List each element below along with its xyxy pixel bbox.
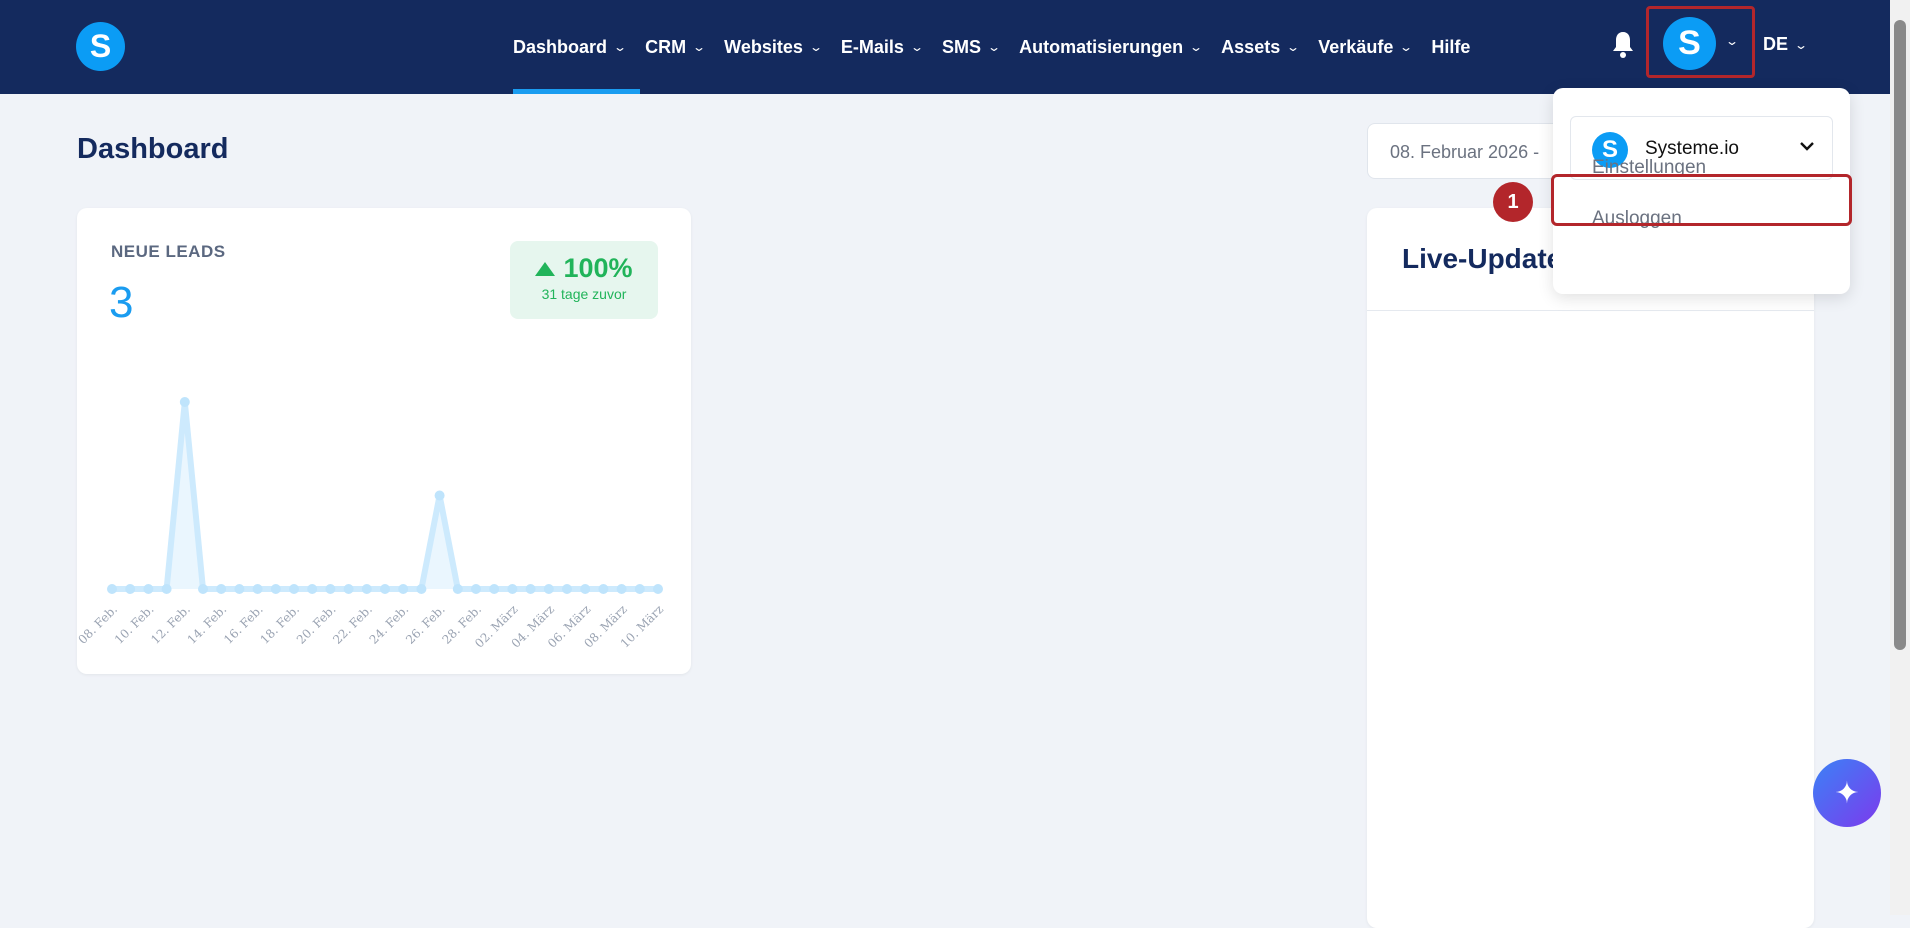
highlight-einstellungen (1551, 174, 1852, 226)
data-point[interactable] (179, 397, 190, 407)
new-leads-card: NEUE LEADS 3 100% 31 tage zuvor 08. Feb.… (77, 208, 691, 674)
chevron-down-icon: ⌄ (909, 40, 925, 54)
x-tick-label: 14. Feb. (185, 602, 230, 647)
step-marker: 1 (1493, 182, 1533, 222)
data-point[interactable] (653, 584, 663, 594)
chevron-down-icon: ⌄ (692, 40, 707, 54)
data-point[interactable] (361, 584, 372, 594)
divider (1367, 310, 1814, 311)
x-tick-label: 24. Feb. (367, 602, 412, 647)
data-point[interactable] (325, 584, 336, 594)
chevron-down-icon: ⌄ (1794, 37, 1809, 52)
x-tick-label: 26. Feb. (403, 602, 448, 647)
x-tick-label: 12. Feb. (148, 602, 193, 647)
nav-item-sms[interactable]: SMS ⌄ (942, 36, 1002, 58)
chevron-down-icon: ⌄ (808, 40, 823, 54)
nav-item-label: Dashboard (513, 36, 608, 57)
x-tick-label: 16. Feb. (221, 602, 266, 647)
data-point[interactable] (598, 584, 609, 594)
chevron-down-icon (1800, 142, 1814, 151)
chevron-down-icon: ⌄ (1286, 40, 1301, 54)
data-point[interactable] (216, 584, 227, 594)
nav-item-e-mails[interactable]: E-Mails ⌄ (840, 36, 925, 58)
live-updates-card: Live-Updates (1367, 208, 1814, 928)
data-point[interactable] (270, 584, 281, 594)
sparkle-icon: ✦ (1834, 775, 1860, 811)
data-point[interactable] (252, 584, 263, 594)
bell-icon[interactable] (1611, 30, 1635, 60)
data-point[interactable] (543, 584, 554, 594)
nav-item-automatisierungen[interactable]: Automatisierungen ⌄ (1019, 36, 1204, 58)
data-point[interactable] (161, 584, 172, 594)
data-point[interactable] (380, 584, 390, 594)
scrollbar-thumb[interactable] (1894, 20, 1906, 650)
x-tick-label: 20. Feb. (294, 602, 339, 647)
data-point[interactable] (489, 584, 500, 594)
data-point[interactable] (471, 584, 481, 594)
nav-item-dashboard[interactable]: Dashboard ⌄ (513, 36, 628, 58)
data-point[interactable] (416, 584, 427, 594)
page-title: Dashboard (77, 133, 229, 165)
main-menu: Dashboard ⌄ CRM ⌄ Websites ⌄ E-Mails ⌄ SMS ⌄ Autom… (513, 0, 1470, 94)
highlight-avatar (1646, 6, 1755, 78)
live-updates-title: Live-Updates (1402, 243, 1578, 274)
data-point[interactable] (143, 584, 154, 594)
nav-item-verkäufe[interactable]: Verkäufe ⌄ (1318, 36, 1414, 58)
nav-item-assets[interactable]: Assets ⌄ (1221, 36, 1301, 58)
data-point[interactable] (398, 584, 409, 594)
ai-assistant-button[interactable]: ✦ (1813, 759, 1881, 827)
nav-item-label: CRM (645, 36, 687, 57)
x-tick-label: 18. Feb. (257, 602, 302, 647)
nav-item-crm[interactable]: CRM ⌄ (645, 36, 707, 58)
data-point[interactable] (562, 584, 572, 594)
data-point[interactable] (616, 584, 627, 594)
data-point[interactable] (343, 584, 354, 594)
language-label: DE (1763, 34, 1789, 54)
nav-item-label: Websites (724, 36, 803, 57)
nav-item-label: Assets (1221, 36, 1281, 57)
data-point[interactable] (525, 584, 536, 594)
active-tab-indicator (513, 89, 640, 94)
data-point[interactable] (634, 584, 645, 594)
nav-item-label: Verkäufe (1318, 36, 1394, 57)
data-point[interactable] (452, 584, 463, 594)
x-tick-label: 10. Feb. (112, 602, 157, 647)
chevron-down-icon: ⌄ (1399, 40, 1414, 54)
data-point[interactable] (307, 584, 318, 594)
data-point[interactable] (507, 584, 518, 594)
nav-item-label: SMS (942, 36, 982, 57)
language-selector[interactable]: DE ⌄ (1763, 34, 1809, 55)
nav-item-hilfe[interactable]: Hilfe (1431, 37, 1470, 58)
leads-chart: 08. Feb.10. Feb.12. Feb.14. Feb.16. Feb.… (77, 397, 666, 651)
top-navbar: S Dashboard ⌄ CRM ⌄ Websites ⌄ E-Mails ⌄ SMS ⌄ Aut… (0, 0, 1890, 94)
nav-item-label: Hilfe (1431, 36, 1471, 57)
data-point[interactable] (234, 584, 245, 594)
nav-item-websites[interactable]: Websites ⌄ (724, 36, 823, 58)
chevron-down-icon: ⌄ (1189, 40, 1204, 54)
data-point[interactable] (125, 584, 136, 594)
chevron-down-icon: ⌄ (613, 40, 628, 54)
nav-item-label: E-Mails (840, 36, 904, 57)
data-point[interactable] (107, 584, 117, 594)
chevron-down-icon: ⌄ (987, 40, 1002, 54)
x-tick-label: 22. Feb. (330, 602, 375, 647)
data-point[interactable] (434, 490, 445, 501)
data-point[interactable] (289, 584, 299, 594)
nav-item-label: Automatisierungen (1019, 36, 1184, 57)
systeme-logo[interactable]: S (76, 22, 125, 71)
data-point[interactable] (198, 584, 208, 594)
data-point[interactable] (580, 584, 591, 594)
